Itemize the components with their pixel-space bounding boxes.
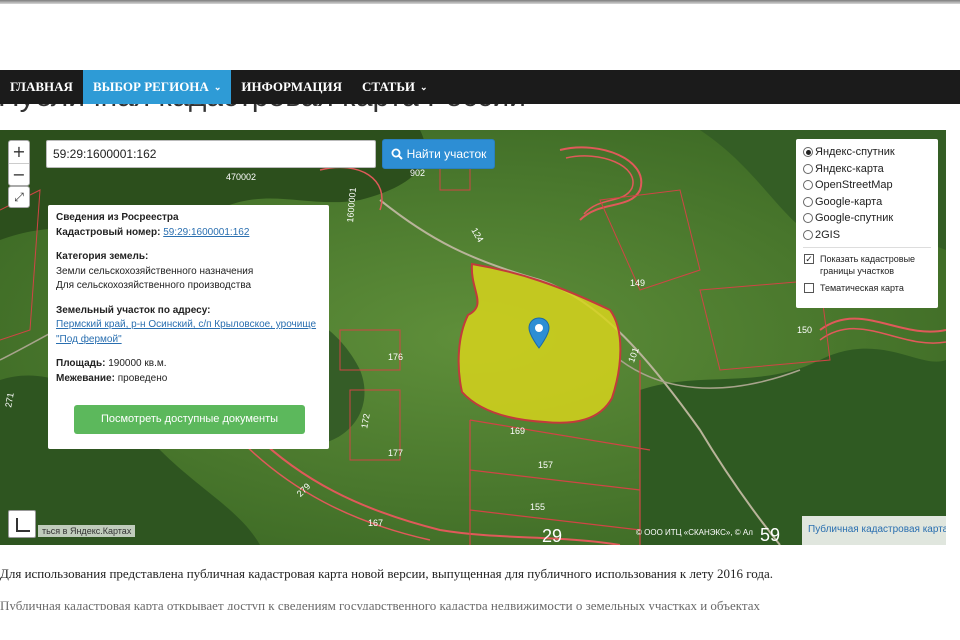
find-plot-label: Найти участок bbox=[406, 147, 487, 161]
layer-label: Яндекс-спутник bbox=[815, 146, 895, 159]
layer-label: Google-карта bbox=[815, 195, 883, 208]
nav-information[interactable]: ИНФОРМАЦИЯ bbox=[231, 70, 352, 104]
land-category-label: Категория земель: bbox=[56, 251, 149, 262]
plot-label: 149 bbox=[630, 278, 646, 288]
layer-label: Google-спутник bbox=[815, 212, 894, 225]
cadastral-map[interactable]: 149 150 101 169 157 155 167 177 176 172 … bbox=[0, 130, 946, 545]
public-cadastral-map-link[interactable]: Публичная кадастровая карта bbox=[802, 516, 946, 545]
view-documents-button[interactable]: Посмотреть доступные документы bbox=[74, 405, 305, 434]
layer-option-yandex-satellite[interactable]: Яндекс-спутник bbox=[803, 144, 931, 161]
layer-label: 2GIS bbox=[815, 228, 841, 241]
layer-label: Яндекс-карта bbox=[815, 162, 884, 175]
find-plot-button[interactable]: Найти участок bbox=[382, 139, 495, 169]
cadastral-number-row: Кадастровый номер: 59:29:1600001:162 bbox=[56, 226, 321, 241]
nav-region-label: ВЫБОР РЕГИОНА bbox=[92, 79, 209, 94]
plot-label: 177 bbox=[388, 448, 404, 458]
layer-switcher: Яндекс-спутник Яндекс-карта OpenStreetMa… bbox=[796, 139, 938, 308]
radio-icon bbox=[803, 180, 813, 191]
plot-label: 176 bbox=[388, 352, 404, 362]
area-value: 190000 кв.м. bbox=[108, 358, 167, 369]
checkbox-icon bbox=[804, 283, 814, 293]
show-boundaries-label: Показать кадастровые границы участков bbox=[820, 254, 916, 276]
address-label: Земельный участок по адресу: bbox=[56, 304, 211, 316]
radio-icon bbox=[803, 163, 813, 174]
location-pin-icon[interactable] bbox=[528, 317, 550, 351]
fullscreen-button[interactable]: ⤢ bbox=[8, 186, 30, 208]
checkbox-checked-icon: ✓ bbox=[804, 254, 814, 264]
area-row: Площадь: 190000 кв.м. bbox=[56, 357, 321, 372]
land-usage-value: Для сельскохозяйственного производства bbox=[56, 280, 252, 291]
cadastral-number-label: Кадастровый номер: bbox=[56, 226, 161, 238]
plot-label: 155 bbox=[530, 502, 546, 512]
open-in-yandex-link[interactable]: ться в Яндекс.Картах bbox=[38, 525, 136, 537]
nav-articles-label: СТАТЬИ bbox=[361, 79, 416, 94]
nav-home-label: ГЛАВНАЯ bbox=[10, 79, 73, 94]
cadastral-number-link[interactable]: 59:29:1600001:162 bbox=[163, 227, 249, 238]
radio-icon bbox=[803, 147, 813, 158]
map-copyright: © ООО ИТЦ «СКАНЭКС», © Ал bbox=[636, 528, 753, 537]
layer-option-openstreetmap[interactable]: OpenStreetMap bbox=[803, 177, 931, 194]
thematic-map-checkbox[interactable]: Тематическая карта bbox=[803, 282, 931, 294]
survey-row: Межевание: проведено bbox=[56, 372, 321, 387]
chevron-down-icon: ⌄ bbox=[213, 81, 222, 92]
layer-option-yandex-map[interactable]: Яндекс-карта bbox=[803, 161, 931, 178]
cadastral-search-input[interactable]: 59:29:1600001:162 bbox=[46, 140, 376, 168]
layer-option-2gis[interactable]: 2GIS bbox=[803, 227, 931, 244]
info-heading: Сведения из Росреестра bbox=[56, 212, 179, 223]
thematic-map-label: Тематическая карта bbox=[820, 283, 904, 293]
zoom-out-button[interactable]: − bbox=[9, 163, 29, 185]
nav-articles[interactable]: СТАТЬИ ⌄ bbox=[352, 70, 438, 104]
plot-label: 470002 bbox=[226, 172, 257, 182]
area-label: Площадь: bbox=[56, 358, 106, 369]
land-category-value: Земли сельскохозяйственного назначения bbox=[56, 265, 254, 277]
radio-icon bbox=[803, 213, 813, 224]
second-paragraph: Публичная кадастровая карта открывает до… bbox=[0, 598, 760, 610]
address-link[interactable]: Пермский край, р-н Осинский, с/п Крыловс… bbox=[56, 319, 316, 345]
zoom-control: + − bbox=[8, 140, 30, 186]
layer-option-google-map[interactable]: Google-карта bbox=[803, 194, 931, 211]
layer-option-google-satellite[interactable]: Google-спутник bbox=[803, 210, 931, 227]
layer-label: OpenStreetMap bbox=[815, 179, 893, 192]
browser-top-strip bbox=[0, 0, 960, 4]
nav-home[interactable]: ГЛАВНАЯ bbox=[0, 70, 83, 104]
main-navbar: ГЛАВНАЯ ВЫБОР РЕГИОНА ⌄ ИНФОРМАЦИЯ СТАТЬИ… bbox=[0, 70, 960, 104]
plot-info-panel: Сведения из Росреестра Кадастровый номер… bbox=[48, 205, 329, 449]
region-label: 29 bbox=[542, 526, 563, 545]
show-boundaries-checkbox[interactable]: ✓ Показать кадастровые границы участков bbox=[803, 253, 931, 277]
plot-label: 157 bbox=[538, 460, 554, 470]
intro-paragraph: Для использования представлена публичная… bbox=[0, 566, 773, 581]
ruler-icon[interactable] bbox=[8, 510, 36, 538]
chevron-down-icon: ⌄ bbox=[420, 81, 428, 92]
radio-icon bbox=[803, 196, 813, 207]
survey-label: Межевание: bbox=[56, 372, 115, 384]
survey-value: проведено bbox=[117, 372, 168, 384]
search-icon bbox=[391, 148, 403, 160]
zoom-in-button[interactable]: + bbox=[9, 141, 29, 163]
region-label: 59 bbox=[760, 525, 781, 545]
plot-label: 167 bbox=[368, 518, 384, 528]
plot-label: 902 bbox=[410, 168, 426, 178]
radio-icon bbox=[803, 229, 813, 240]
plot-label: 150 bbox=[797, 325, 813, 335]
plot-label: 169 bbox=[510, 426, 526, 436]
nav-region-select[interactable]: ВЫБОР РЕГИОНА ⌄ bbox=[82, 70, 232, 104]
nav-information-label: ИНФОРМАЦИЯ bbox=[241, 79, 342, 94]
